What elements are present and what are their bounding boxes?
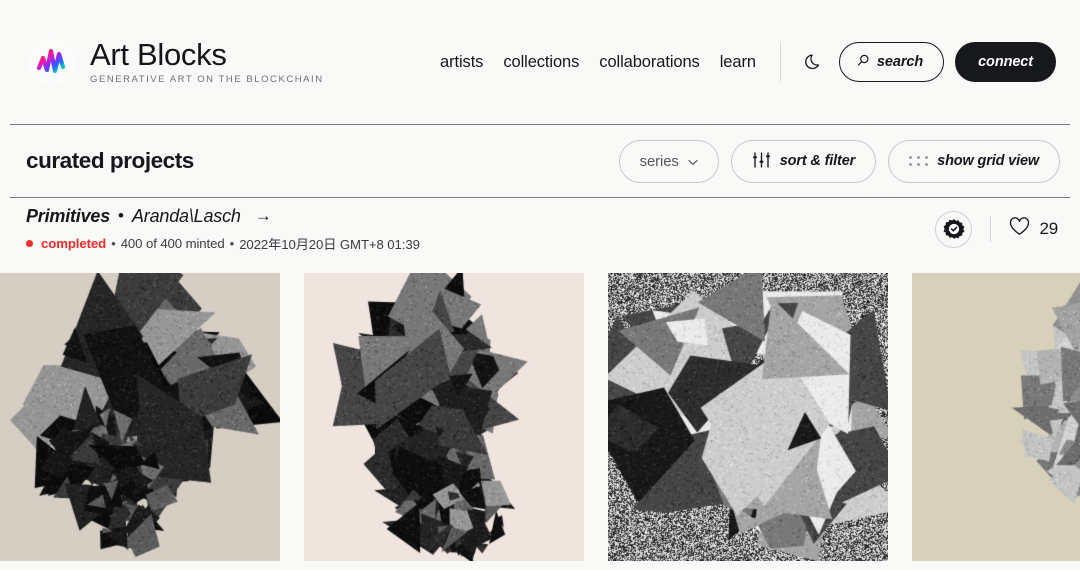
project-separator: • bbox=[118, 206, 124, 225]
section-bar: curated projects series sort & filter sh… bbox=[0, 125, 1080, 197]
meta-separator-1: • bbox=[111, 235, 116, 251]
project-timestamp: 2022年10月20日 GMT+8 01:39 bbox=[239, 236, 420, 252]
main-nav: artists collections collaborations learn bbox=[440, 53, 756, 72]
minted-count: 400 of 400 minted bbox=[120, 235, 225, 251]
search-icon bbox=[857, 54, 870, 70]
connect-button-label: connect bbox=[978, 54, 1033, 70]
site-header: Art Blocks GENERATIVE ART ON THE BLOCKCH… bbox=[0, 0, 1080, 124]
header-divider bbox=[779, 43, 781, 81]
brand-subtitle: GENERATIVE ART ON THE BLOCKCHAIN bbox=[90, 73, 324, 85]
artwork-tile-4[interactable] bbox=[912, 273, 1080, 561]
artwork-tile-3[interactable] bbox=[608, 273, 888, 561]
series-dropdown-label: series bbox=[639, 152, 679, 170]
search-button[interactable]: search bbox=[838, 42, 945, 82]
nav-item-artists[interactable]: artists bbox=[440, 53, 483, 72]
series-dropdown[interactable]: series bbox=[618, 139, 719, 183]
grid-view-label: show grid view bbox=[937, 153, 1039, 169]
artblocks-squiggle-icon bbox=[28, 38, 76, 86]
brand-title: Art Blocks bbox=[90, 37, 227, 73]
chevron-down-icon bbox=[688, 154, 698, 169]
meta-separator-2: • bbox=[229, 235, 235, 251]
artwork-tile-2[interactable] bbox=[304, 273, 584, 561]
nav-item-collections[interactable]: collections bbox=[503, 53, 579, 72]
grid-dots-icon bbox=[909, 156, 929, 166]
brand-logo[interactable]: Art Blocks GENERATIVE ART ON THE BLOCKCH… bbox=[28, 38, 324, 86]
page-title: curated projects bbox=[26, 148, 194, 173]
heart-icon bbox=[1009, 217, 1030, 241]
arrow-right-icon: → bbox=[254, 206, 272, 225]
sort-filter-button[interactable]: sort & filter bbox=[730, 139, 877, 183]
grid-view-button[interactable]: show grid view bbox=[888, 139, 1060, 183]
search-button-label: search bbox=[876, 54, 924, 70]
status-badge: completed bbox=[41, 235, 107, 251]
sort-filter-label: sort & filter bbox=[779, 153, 856, 169]
project-actions: 29 bbox=[935, 210, 1058, 248]
status-dot-icon bbox=[26, 239, 33, 247]
like-button[interactable]: 29 bbox=[1009, 217, 1058, 241]
project-info: Primitives • Aranda\Lasch → completed • … bbox=[26, 206, 420, 253]
artwork-strip bbox=[0, 273, 1080, 561]
verified-badge-icon[interactable] bbox=[935, 210, 973, 248]
nav-item-learn[interactable]: learn bbox=[720, 53, 756, 72]
header-right: artists collections collaborations learn… bbox=[440, 42, 1056, 82]
artwork-tile-1[interactable] bbox=[0, 273, 280, 561]
connect-button[interactable]: connect bbox=[955, 42, 1056, 82]
like-count: 29 bbox=[1039, 219, 1058, 238]
project-name: Primitives bbox=[26, 205, 111, 226]
nav-item-collaborations[interactable]: collaborations bbox=[599, 53, 700, 72]
project-row: Primitives • Aranda\Lasch → completed • … bbox=[0, 198, 1080, 260]
section-controls: series sort & filter show grid view bbox=[618, 139, 1060, 183]
moon-icon[interactable] bbox=[801, 49, 827, 75]
project-heading[interactable]: Primitives • Aranda\Lasch → bbox=[26, 206, 420, 227]
actions-divider bbox=[990, 216, 992, 242]
project-artist: Aranda\Lasch bbox=[132, 205, 241, 226]
sliders-icon bbox=[752, 151, 771, 171]
project-meta: completed • 400 of 400 minted • 2022年10月… bbox=[26, 234, 420, 253]
